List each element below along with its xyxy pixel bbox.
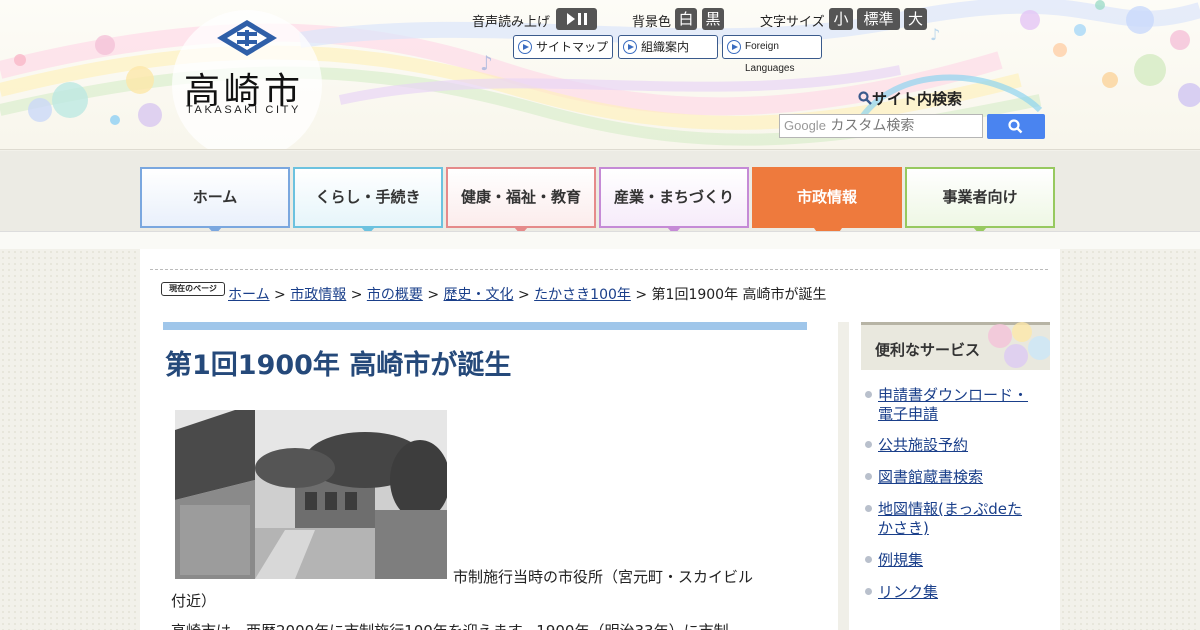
site-search-title: サイト内検索	[858, 88, 962, 109]
sidebar-title: 便利なサービス	[875, 341, 981, 359]
breadcrumb-link[interactable]: ホーム	[228, 287, 270, 303]
text-size-small-button[interactable]: 小	[829, 8, 853, 30]
site-search-title-text: サイト内検索	[872, 90, 963, 108]
historic-city-hall-photo	[175, 410, 447, 579]
sidebar-link-label: 地図情報(まっぷdeた	[878, 500, 1023, 518]
google-brand-text: Google	[784, 118, 826, 133]
search-icon	[1008, 119, 1023, 134]
voice-read-label: 音声読み上げ	[472, 15, 551, 30]
sidebar-link-label: 例規集	[878, 551, 924, 569]
sidebar-link-label: 公共施設予約	[878, 436, 969, 454]
sidebar-link-label: 図書館蔵書検索	[878, 468, 984, 486]
nav-living-label: くらし・手続き	[315, 188, 421, 206]
page-title: 第1回1900年 高崎市が誕生	[165, 350, 512, 381]
current-page-badge: 現在のページ	[161, 282, 225, 296]
sidebar-link-label: 電子申請	[878, 405, 939, 423]
search-icon	[858, 91, 872, 105]
breadcrumb-separator: >	[517, 287, 530, 303]
sidebar-link-library-search[interactable]: 図書館蔵書検索	[878, 468, 983, 487]
left-dot-pattern	[0, 249, 140, 630]
breadcrumb-separator: >	[350, 287, 363, 303]
background-color-label: 背景色	[632, 15, 672, 30]
voice-play-pause-button[interactable]	[556, 8, 597, 30]
nav-divider	[0, 231, 1200, 249]
nav-living[interactable]: くらし・手続き	[293, 167, 443, 235]
sidebar-link-map-info[interactable]: 地図情報(まっぷdeた かさき)	[878, 500, 1022, 538]
sidebar-decoration	[988, 322, 1050, 368]
svg-text:♪: ♪	[930, 25, 940, 44]
sidebar-link-form-download[interactable]: 申請書ダウンロード・ 電子申請	[878, 386, 1028, 424]
breadcrumb-link[interactable]: たかさき100年	[534, 287, 631, 303]
breadcrumb-separator: >	[274, 287, 286, 303]
nav-health-label: 健康・福祉・教育	[460, 188, 581, 206]
nav-health-welfare-education[interactable]: 健康・福祉・教育	[446, 167, 596, 235]
nav-business[interactable]: 事業者向け	[905, 167, 1055, 235]
breadcrumb-link[interactable]: 市政情報	[290, 287, 346, 303]
global-nav: ホーム くらし・手続き 健康・福祉・教育 産業・まちづくり 市政情報 事業者向け	[0, 151, 1200, 248]
text-size-large-button[interactable]: 大	[904, 8, 927, 30]
nav-industry-town[interactable]: 産業・まちづくり	[599, 167, 749, 235]
list-bullet-icon	[865, 473, 872, 480]
nav-business-label: 事業者向け	[942, 188, 1018, 206]
foreign-languages-link[interactable]: Foreign Languages	[722, 35, 822, 74]
sitemap-link[interactable]: サイトマップ	[513, 35, 613, 59]
arrow-circle-icon	[727, 40, 741, 54]
sidebar-link-label: リンク集	[878, 583, 939, 601]
breadcrumb-separator: >	[635, 287, 648, 303]
list-bullet-icon	[865, 505, 872, 512]
site-header: ♪ ♫ ♪ 高崎市 TAKASAKI CITY 音声読み上げ 背景色 白 黒 文…	[0, 0, 1200, 150]
sitemap-link-label: サイトマップ	[536, 40, 609, 54]
body-paragraph: 高崎市は、西暦2000年に市制施行100年を迎えます。1900年（明治33年）に…	[171, 620, 729, 630]
list-bullet-icon	[865, 441, 872, 448]
sidebar-link-label: かさき)	[878, 519, 929, 537]
nav-home[interactable]: ホーム	[140, 167, 290, 235]
nav-city-government-label: 市政情報	[796, 188, 857, 206]
breadcrumb-link[interactable]: 歴史・文化	[444, 287, 514, 303]
column-divider	[838, 322, 849, 630]
organization-link-label: 組織案内	[641, 40, 690, 54]
arrow-circle-icon	[518, 40, 532, 54]
list-bullet-icon	[865, 588, 872, 595]
nav-industry-label: 産業・まちづくり	[613, 188, 734, 206]
logo-subtitle: TAKASAKI CITY	[186, 104, 301, 116]
sidebar-header: 便利なサービス	[861, 322, 1050, 370]
sidebar-link-regulations[interactable]: 例規集	[878, 551, 923, 570]
bg-black-button[interactable]: 黒	[702, 8, 724, 30]
svg-text:♪: ♪	[480, 51, 493, 75]
breadcrumb-separator: >	[427, 287, 440, 303]
sidebar-link-label: 申請書ダウンロード・	[878, 386, 1029, 404]
text-size-label: 文字サイズ	[760, 15, 825, 30]
breadcrumb-link[interactable]: 市の概要	[367, 287, 423, 303]
site-logo[interactable]: 高崎市 TAKASAKI CITY	[170, 10, 330, 149]
search-placeholder: カスタム検索	[830, 118, 915, 134]
play-pause-icon	[567, 13, 587, 25]
organization-link[interactable]: 組織案内	[618, 35, 718, 59]
breadcrumb: ホーム > 市政情報 > 市の概要 > 歴史・文化 > たかさき100年 > 第…	[228, 284, 827, 304]
city-emblem-icon	[217, 20, 277, 56]
search-input[interactable]: Google カスタム検索	[779, 114, 983, 138]
text-size-standard-button[interactable]: 標準	[857, 8, 900, 30]
nav-home-label: ホーム	[192, 188, 238, 206]
arrow-circle-icon	[623, 40, 637, 54]
foreign-languages-link-label: Foreign Languages	[745, 41, 795, 74]
nav-city-government[interactable]: 市政情報	[752, 167, 902, 248]
breadcrumb-divider	[150, 269, 1048, 270]
bg-white-button[interactable]: 白	[675, 8, 697, 30]
right-dot-pattern	[1060, 249, 1200, 630]
title-accent-bar	[163, 322, 807, 330]
photo-caption-line2: 付近）	[171, 592, 217, 610]
list-bullet-icon	[865, 391, 872, 398]
sidebar-link-links[interactable]: リンク集	[878, 583, 938, 602]
photo-caption-line1: 市制施行当時の市役所（宮元町・スカイビル	[453, 568, 754, 586]
list-bullet-icon	[865, 556, 872, 563]
search-button[interactable]	[987, 114, 1045, 139]
sidebar-link-facility-booking[interactable]: 公共施設予約	[878, 436, 968, 455]
breadcrumb-current: 第1回1900年 高崎市が誕生	[651, 287, 827, 303]
